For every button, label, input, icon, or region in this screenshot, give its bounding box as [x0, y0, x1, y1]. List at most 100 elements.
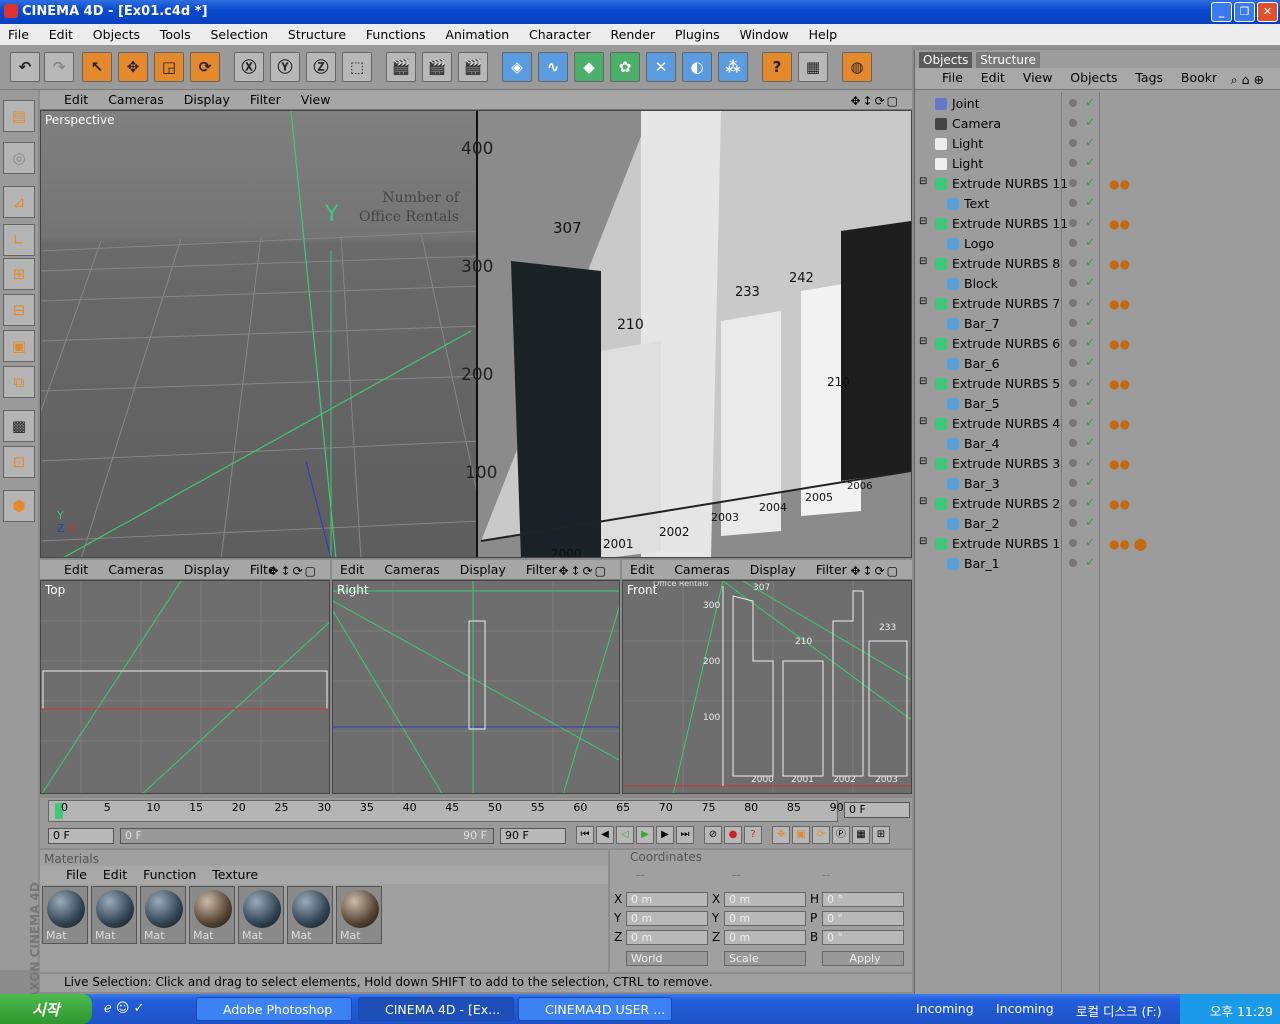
top-viewport-nav-icons[interactable]: ✥↕⟳▢: [260, 562, 326, 580]
enabled-check-icon[interactable]: ✓: [1085, 495, 1095, 509]
material-tag-icon[interactable]: ●●: [1109, 177, 1130, 191]
enabled-check-icon[interactable]: ✓: [1085, 515, 1095, 529]
enabled-check-icon[interactable]: ✓: [1085, 255, 1095, 269]
rot-b-field[interactable]: 0 °: [822, 930, 904, 945]
top-vp-menu-edit[interactable]: Edit: [56, 560, 96, 579]
menu-file[interactable]: File: [0, 24, 37, 45]
texture-mode-icon[interactable]: ▩: [3, 410, 35, 442]
right-vp-menu-display[interactable]: Display: [452, 560, 514, 579]
enabled-check-icon[interactable]: ✓: [1085, 235, 1095, 249]
menu-functions[interactable]: Functions: [358, 24, 434, 45]
material-swatch[interactable]: Mat: [91, 886, 137, 944]
go-to-start-icon[interactable]: ⏮: [576, 826, 594, 844]
material-tag-icon[interactable]: ●● ⬤: [1109, 537, 1147, 551]
front-vp-menu-edit[interactable]: Edit: [622, 560, 662, 579]
object-row[interactable]: ⊟ Extrude NURBS 11 ✓ ●●: [919, 214, 1279, 234]
visibility-dot-icon[interactable]: [1069, 379, 1077, 387]
material-swatch[interactable]: Mat: [287, 886, 333, 944]
object-row[interactable]: ⊟ Extrude NURBS 2 ✓ ●●: [919, 494, 1279, 514]
key-scale-icon[interactable]: ▣: [792, 826, 810, 844]
object-row[interactable]: Bar_7 ✓: [919, 314, 1279, 334]
calculator-icon[interactable]: ▦: [798, 52, 828, 82]
object-row[interactable]: Block ✓: [919, 274, 1279, 294]
make-editable-icon[interactable]: ◎: [3, 142, 35, 174]
menu-animation[interactable]: Animation: [437, 24, 517, 45]
menu-character[interactable]: Character: [521, 24, 599, 45]
key-position-icon[interactable]: ✥: [772, 826, 790, 844]
object-row[interactable]: Light ✓: [919, 134, 1279, 154]
menu-selection[interactable]: Selection: [202, 24, 276, 45]
top-viewport[interactable]: Top: [40, 580, 330, 794]
enabled-check-icon[interactable]: ✓: [1085, 275, 1095, 289]
material-tag-icon[interactable]: ●●: [1109, 457, 1130, 471]
play-reverse-icon[interactable]: ◁: [616, 826, 634, 844]
rot-p-field[interactable]: 0 °: [822, 911, 904, 926]
visibility-dot-icon[interactable]: [1069, 559, 1077, 567]
timeline-options-icon[interactable]: ⊞: [872, 826, 890, 844]
visibility-dot-icon[interactable]: [1069, 339, 1077, 347]
help-icon[interactable]: ?: [762, 52, 792, 82]
enabled-check-icon[interactable]: ✓: [1085, 395, 1095, 409]
rotate-icon[interactable]: ⟳: [190, 52, 220, 82]
coordinate-system-icon[interactable]: ⬚: [342, 52, 372, 82]
enabled-check-icon[interactable]: ✓: [1085, 155, 1095, 169]
collapse-toggle-icon[interactable]: ⊟: [919, 216, 927, 227]
menu-structure[interactable]: Structure: [280, 24, 354, 45]
viewport-nav-icons[interactable]: ✥↕⟳▢: [842, 92, 908, 110]
material-tag-icon[interactable]: ●●: [1109, 257, 1130, 271]
visibility-dot-icon[interactable]: [1069, 459, 1077, 467]
enabled-check-icon[interactable]: ✓: [1085, 195, 1095, 209]
menu-edit[interactable]: Edit: [41, 24, 81, 45]
obj-menu-tags[interactable]: Tags: [1128, 68, 1170, 87]
visibility-dot-icon[interactable]: [1069, 319, 1077, 327]
visibility-dot-icon[interactable]: [1069, 399, 1077, 407]
render-picture-viewer-icon[interactable]: 🎬: [422, 52, 452, 82]
tray-local-disk[interactable]: 로컬 디스크 (F:): [1076, 1001, 1162, 1020]
top-vp-menu-display[interactable]: Display: [176, 560, 238, 579]
tab-structure[interactable]: Structure: [976, 52, 1040, 68]
enabled-check-icon[interactable]: ✓: [1085, 295, 1095, 309]
menu-objects[interactable]: Objects: [85, 24, 148, 45]
front-viewport[interactable]: Front Office Rentals 300 200 100 307 210…: [622, 580, 912, 794]
enabled-check-icon[interactable]: ✓: [1085, 355, 1095, 369]
enabled-check-icon[interactable]: ✓: [1085, 135, 1095, 149]
rot-h-field[interactable]: 0 °: [822, 892, 904, 907]
visibility-dot-icon[interactable]: [1069, 539, 1077, 547]
visibility-dot-icon[interactable]: [1069, 419, 1077, 427]
layout-icon[interactable]: ▤: [3, 100, 35, 132]
render-settings-icon[interactable]: 🎬: [458, 52, 488, 82]
play-icon[interactable]: ▶: [636, 826, 654, 844]
collapse-toggle-icon[interactable]: ⊟: [919, 176, 927, 187]
task-cinema4d-user[interactable]: CINEMA4D USER ...: [518, 997, 672, 1021]
record-position-icon[interactable]: ⊘: [704, 826, 722, 844]
menu-help[interactable]: Help: [801, 24, 846, 45]
visibility-dot-icon[interactable]: [1069, 359, 1077, 367]
object-row[interactable]: ⊟ Extrude NURBS 4 ✓ ●●: [919, 414, 1279, 434]
visibility-dot-icon[interactable]: [1069, 139, 1077, 147]
collapse-toggle-icon[interactable]: ⊟: [919, 256, 927, 267]
enabled-check-icon[interactable]: ✓: [1085, 175, 1095, 189]
spline-icon[interactable]: ∿: [538, 52, 568, 82]
material-swatch[interactable]: Mat: [238, 886, 284, 944]
size-x-field[interactable]: 0 m: [724, 892, 806, 907]
vp-menu-cameras[interactable]: Cameras: [100, 90, 172, 109]
object-row[interactable]: Text ✓: [919, 194, 1279, 214]
front-vp-menu-display[interactable]: Display: [742, 560, 804, 579]
material-swatch[interactable]: Mat: [140, 886, 186, 944]
top-vp-menu-cameras[interactable]: Cameras: [100, 560, 172, 579]
deformer-icon[interactable]: ✕: [646, 52, 676, 82]
object-row[interactable]: Joint ✓: [919, 94, 1279, 114]
pos-z-field[interactable]: 0 m: [626, 930, 708, 945]
enabled-check-icon[interactable]: ✓: [1085, 95, 1095, 109]
enabled-check-icon[interactable]: ✓: [1085, 315, 1095, 329]
obj-menu-edit[interactable]: Edit: [974, 68, 1012, 87]
enabled-check-icon[interactable]: ✓: [1085, 335, 1095, 349]
live-selection-icon[interactable]: ↖: [82, 52, 112, 82]
visibility-dot-icon[interactable]: [1069, 299, 1077, 307]
obj-menu-objects[interactable]: Objects: [1063, 68, 1124, 87]
size-mode-dropdown[interactable]: Scale: [724, 951, 806, 966]
autokey-icon[interactable]: ?: [744, 826, 762, 844]
object-row[interactable]: Bar_3 ✓: [919, 474, 1279, 494]
sculpt-icon[interactable]: ⬢: [3, 490, 35, 522]
visibility-dot-icon[interactable]: [1069, 179, 1077, 187]
